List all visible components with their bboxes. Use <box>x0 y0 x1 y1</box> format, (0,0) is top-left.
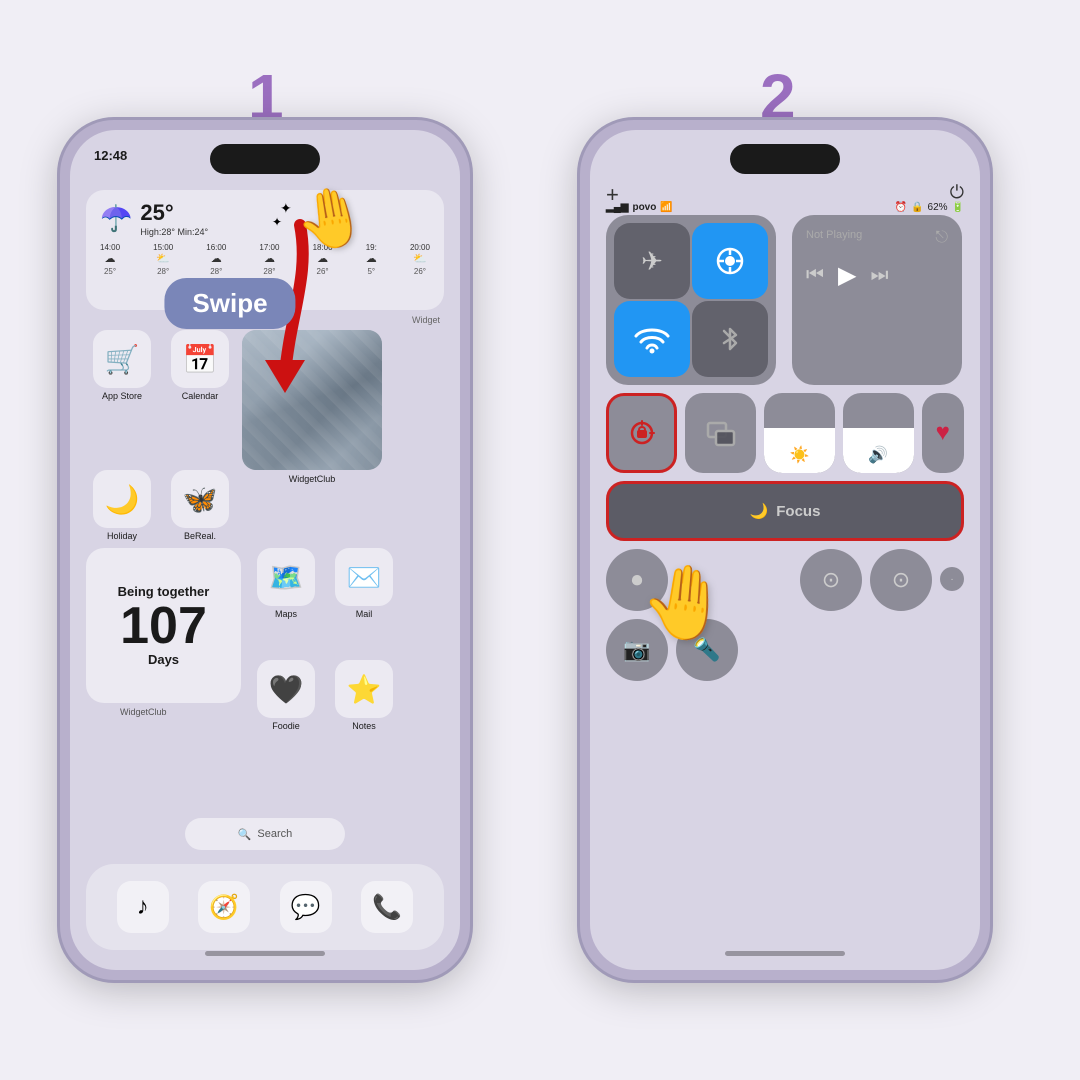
volume-slider[interactable]: 🔊 <box>843 393 914 473</box>
app-row-2: 🌙 Holiday 🦋 BeReal. <box>86 470 236 541</box>
airplay-icon[interactable]: ⎋ <box>935 229 948 247</box>
phone-2-screen: + ⏻ ▂▄▆ povo 📶 ⏰ 🔒 62% 🔋 <box>590 130 980 970</box>
focus-label: Focus <box>776 503 820 520</box>
dynamic-island-1 <box>210 144 320 174</box>
extra-round-1[interactable]: ⊙ <box>800 549 862 611</box>
app-row-3: 🗺️ Maps ✉️ Mail <box>250 548 400 619</box>
screen-mirror-button[interactable] <box>685 393 756 473</box>
hand-cursor-phone2: 🤚 <box>636 556 733 648</box>
volume-icon: 🔊 <box>868 445 888 465</box>
media-controls: ⏮ ▶ ⏭ <box>806 261 948 290</box>
airdrop-button[interactable] <box>692 223 768 299</box>
search-label: Search <box>257 828 292 840</box>
dock-phone[interactable]: 📞 <box>361 881 413 933</box>
weather-sub: High:28° Min:24° <box>140 227 208 237</box>
wifi-icon-status: 📶 <box>660 202 672 213</box>
together-days-num: 107 <box>120 600 207 652</box>
app-row-1: 🛒 App Store 📅 Calendar WidgetClub <box>86 330 382 484</box>
search-icon: 🔍 <box>238 828 252 841</box>
search-bar[interactable]: 🔍 Search <box>185 818 345 850</box>
rotation-lock-button[interactable] <box>606 393 677 473</box>
brightness-icon: ☀️ <box>790 445 810 465</box>
calendar-icon: 📅 <box>171 330 229 388</box>
app-row-4: 🖤 Foodie ⭐ Notes <box>250 660 400 731</box>
phone-2: + ⏻ ▂▄▆ povo 📶 ⏰ 🔒 62% 🔋 <box>580 120 990 980</box>
health-button[interactable]: ♥ <box>922 393 964 473</box>
appstore-icon: 🛒 <box>93 330 151 388</box>
phone1-status-time: 12:48 <box>94 148 127 163</box>
umbrella-icon: ☂️ <box>100 203 132 234</box>
widget-label: Widget <box>412 315 440 325</box>
dock-messages[interactable]: 💬 <box>280 881 332 933</box>
home-indicator-2 <box>725 951 845 956</box>
extra-round-3[interactable]: · <box>940 567 964 591</box>
battery-percent: 62% <box>928 202 948 213</box>
extra-connectivity-button[interactable] <box>692 301 768 377</box>
app-item-bereal[interactable]: 🦋 BeReal. <box>164 470 236 541</box>
focus-button[interactable]: 🌙 Focus <box>606 481 964 541</box>
home-indicator-1 <box>205 951 325 956</box>
together-days-label: Days <box>148 652 179 667</box>
moon-icon: 🌙 <box>750 502 769 520</box>
bereal-label: BeReal. <box>184 531 216 541</box>
app-item-notes[interactable]: ⭐ Notes <box>328 660 400 731</box>
p2-signal: ▂▄▆ povo 📶 <box>606 202 673 213</box>
appstore-label: App Store <box>102 391 142 401</box>
battery-icon: 🔋 <box>952 202 964 213</box>
marble-label: WidgetClub <box>289 474 336 484</box>
play-button[interactable]: ▶ <box>838 261 856 290</box>
mail-icon: ✉️ <box>335 548 393 606</box>
media-block: Not Playing ⎋ ⏮ ▶ ⏭ <box>792 215 962 385</box>
airplane-button[interactable]: ✈ <box>614 223 690 299</box>
bereal-icon: 🦋 <box>171 470 229 528</box>
app-item-calendar[interactable]: 📅 Calendar <box>164 330 236 484</box>
next-button[interactable]: ⏭ <box>870 264 888 287</box>
holiday-label: Holiday <box>107 531 137 541</box>
app-item-maps[interactable]: 🗺️ Maps <box>250 548 322 619</box>
sparkle-2: ✦ <box>272 215 282 229</box>
widgetclub-under-label: WidgetClub <box>120 707 167 717</box>
dynamic-island-2 <box>730 144 840 174</box>
swipe-label: Swipe <box>164 278 295 329</box>
brightness-slider[interactable]: ☀️ <box>764 393 835 473</box>
app-item-holiday[interactable]: 🌙 Holiday <box>86 470 158 541</box>
holiday-icon: 🌙 <box>93 470 151 528</box>
prev-button[interactable]: ⏮ <box>806 264 824 287</box>
wifi-button[interactable] <box>614 301 690 377</box>
p2-status-bar: ▂▄▆ povo 📶 ⏰ 🔒 62% 🔋 <box>606 202 964 213</box>
app-item-mail[interactable]: ✉️ Mail <box>328 548 400 619</box>
notes-icon: ⭐ <box>335 660 393 718</box>
weather-temp: 25° <box>140 200 208 226</box>
mail-label: Mail <box>356 609 373 619</box>
together-widget: Being together 107 Days <box>86 548 241 703</box>
connectivity-block: ✈ <box>606 215 776 385</box>
maps-icon: 🗺️ <box>257 548 315 606</box>
dock-compass[interactable]: 🧭 <box>198 881 250 933</box>
dock-music[interactable]: ♪ <box>117 881 169 933</box>
extra-round-2[interactable]: ⊙ <box>870 549 932 611</box>
lock-icon-status: 🔒 <box>911 202 923 213</box>
foodie-label: Foodie <box>272 721 300 731</box>
media-playing-label: Not Playing <box>806 229 862 241</box>
p2-right-status: ⏰ 🔒 62% 🔋 <box>895 202 964 213</box>
signal-bars: ▂▄▆ <box>606 202 628 213</box>
dock: ♪ 🧭 💬 📞 <box>86 864 444 950</box>
maps-label: Maps <box>275 609 297 619</box>
alarm-icon: ⏰ <box>895 202 907 213</box>
carrier-name: povo <box>632 202 656 213</box>
calendar-label: Calendar <box>182 391 219 401</box>
notes-label: Notes <box>352 721 376 731</box>
app-item-appstore[interactable]: 🛒 App Store <box>86 330 158 484</box>
hand-cursor-phone1: 🤚 <box>290 179 373 259</box>
foodie-icon: 🖤 <box>257 660 315 718</box>
app-item-foodie[interactable]: 🖤 Foodie <box>250 660 322 731</box>
